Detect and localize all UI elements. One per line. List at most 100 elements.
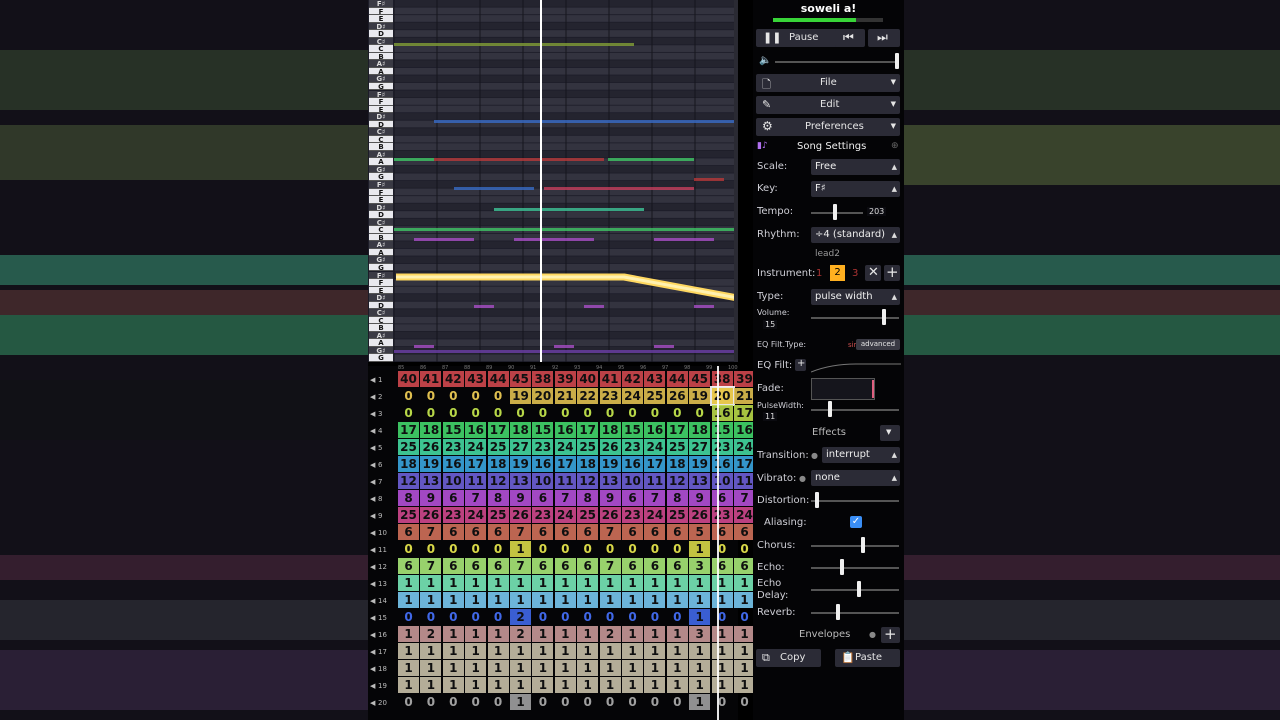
- pattern-cell[interactable]: 0: [555, 694, 576, 710]
- pattern-cell[interactable]: 1: [689, 643, 711, 659]
- key-select[interactable]: F♯ ▲: [811, 181, 900, 197]
- pattern-cell[interactable]: 12: [398, 473, 419, 489]
- pattern-cell[interactable]: 26: [666, 388, 688, 404]
- pattern-cell[interactable]: 1: [554, 592, 576, 608]
- pattern-cell[interactable]: 1: [420, 575, 442, 591]
- pattern-cell[interactable]: 39: [734, 371, 755, 387]
- pattern-cell[interactable]: 1: [599, 592, 621, 608]
- pattern-cell[interactable]: 1: [465, 643, 487, 659]
- pattern-cell[interactable]: 1: [734, 575, 755, 591]
- chorus-slider[interactable]: [811, 545, 899, 547]
- pattern-cell[interactable]: 1: [465, 592, 487, 608]
- pattern-cell[interactable]: 7: [510, 558, 531, 574]
- pattern-cell[interactable]: 0: [488, 541, 509, 557]
- pattern-cell[interactable]: 6: [622, 524, 643, 540]
- pattern-cell[interactable]: 0: [644, 694, 665, 710]
- pattern-cell[interactable]: 9: [689, 490, 711, 506]
- pattern-cell[interactable]: 23: [442, 439, 464, 455]
- pattern-cell[interactable]: 11: [644, 473, 666, 489]
- pattern-cell[interactable]: 1: [577, 626, 599, 642]
- pattern-cell[interactable]: 6: [711, 524, 733, 540]
- eq-filter-curve[interactable]: [811, 358, 901, 374]
- pattern-cell[interactable]: 0: [465, 541, 486, 557]
- piano-key[interactable]: G♯: [369, 75, 393, 83]
- piano-key[interactable]: G♯: [369, 256, 393, 264]
- piano-key[interactable]: A♯: [369, 60, 393, 68]
- channel-mute-toggle[interactable]: ◀ 4: [370, 425, 394, 437]
- pattern-cell[interactable]: 1: [554, 643, 576, 659]
- pattern-cell[interactable]: 1: [734, 677, 755, 693]
- master-volume-thumb[interactable]: [895, 53, 899, 69]
- tempo-value[interactable]: 203: [867, 207, 887, 216]
- pattern-cell[interactable]: 43: [644, 371, 666, 387]
- pattern-cell[interactable]: 2: [510, 626, 531, 642]
- pattern-cell[interactable]: 0: [532, 694, 553, 710]
- pattern-cell[interactable]: 0: [577, 541, 598, 557]
- reverb-slider[interactable]: [811, 612, 899, 614]
- pattern-cell[interactable]: 1: [554, 660, 576, 676]
- pattern-cell[interactable]: 1: [622, 677, 643, 693]
- next-bar-button[interactable]: ⏭: [868, 29, 900, 47]
- pattern-cell[interactable]: 18: [666, 456, 688, 472]
- piano-key[interactable]: F: [369, 279, 393, 287]
- pattern-cell[interactable]: 0: [644, 541, 665, 557]
- piano-key[interactable]: C: [369, 45, 393, 53]
- pattern-cell[interactable]: 16: [644, 422, 666, 438]
- pattern-cell[interactable]: 23: [599, 388, 621, 404]
- help-icon[interactable]: ●: [799, 474, 806, 483]
- pattern-cell[interactable]: 1: [442, 592, 464, 608]
- pattern-cell[interactable]: 1: [666, 643, 688, 659]
- pattern-cell[interactable]: 1: [487, 626, 509, 642]
- pattern-cell[interactable]: 0: [465, 694, 486, 710]
- pattern-cell[interactable]: 1: [599, 677, 621, 693]
- pattern-cell[interactable]: 7: [465, 490, 487, 506]
- pattern-cell[interactable]: 1: [487, 677, 509, 693]
- pattern-cell[interactable]: 0: [488, 694, 509, 710]
- pattern-cell[interactable]: 25: [666, 439, 688, 455]
- pattern-cell[interactable]: 1: [644, 626, 666, 642]
- pattern-cell[interactable]: 6: [711, 490, 733, 506]
- piano-key[interactable]: F♯: [369, 90, 393, 98]
- pattern-cell[interactable]: 10: [711, 473, 733, 489]
- pattern-cell[interactable]: 6: [465, 524, 487, 540]
- pattern-cell[interactable]: 0: [622, 405, 643, 421]
- pattern-cell[interactable]: 1: [487, 643, 509, 659]
- pattern-cell[interactable]: 0: [465, 388, 486, 404]
- pattern-cell[interactable]: 2: [510, 609, 531, 625]
- pattern-cell[interactable]: 0: [667, 609, 688, 625]
- pattern-cell[interactable]: 15: [711, 422, 733, 438]
- pattern-cell[interactable]: 1: [711, 592, 733, 608]
- pattern-cell[interactable]: 1: [442, 626, 464, 642]
- pattern-cell[interactable]: 0: [600, 405, 621, 421]
- pattern-cell[interactable]: 1: [644, 592, 666, 608]
- pattern-cell[interactable]: 0: [644, 405, 665, 421]
- pattern-cell[interactable]: 0: [465, 405, 486, 421]
- transition-select[interactable]: interrupt ▲: [822, 447, 900, 463]
- pattern-cell[interactable]: 1: [666, 592, 688, 608]
- pattern-cell[interactable]: 1: [622, 592, 643, 608]
- pattern-cell[interactable]: 1: [711, 643, 733, 659]
- pattern-cell[interactable]: 26: [599, 507, 621, 523]
- pattern-cell[interactable]: 6: [622, 490, 643, 506]
- pattern-cell[interactable]: 0: [712, 541, 733, 557]
- channel-mute-toggle[interactable]: ◀ 3: [370, 408, 394, 420]
- pattern-cell[interactable]: 9: [599, 490, 621, 506]
- pattern-cell[interactable]: 12: [577, 473, 599, 489]
- pattern-cell[interactable]: 0: [577, 609, 598, 625]
- pattern-cell[interactable]: 1: [398, 643, 419, 659]
- pattern-cell[interactable]: 1: [689, 660, 711, 676]
- pattern-cell[interactable]: 1: [420, 677, 442, 693]
- pattern-cell[interactable]: 0: [398, 694, 419, 710]
- pattern-cell[interactable]: 1: [622, 626, 643, 642]
- pattern-cell[interactable]: 0: [555, 541, 576, 557]
- pattern-cell[interactable]: 0: [488, 388, 509, 404]
- pattern-cell[interactable]: 40: [398, 371, 419, 387]
- pattern-editor[interactable]: 85 86 87 88 89 90 91 92 93 94 95 96 97 98 99 100 ◀ 1 40 41…: [368, 365, 755, 720]
- pattern-cell[interactable]: 27: [689, 439, 711, 455]
- pattern-cell[interactable]: 1: [644, 660, 666, 676]
- add-envelope-button[interactable]: +: [881, 625, 900, 643]
- pattern-cell[interactable]: 0: [398, 541, 419, 557]
- pattern-cell[interactable]: 0: [689, 405, 710, 421]
- piano-key[interactable]: D: [369, 211, 393, 219]
- pattern-cell[interactable]: 0: [712, 694, 733, 710]
